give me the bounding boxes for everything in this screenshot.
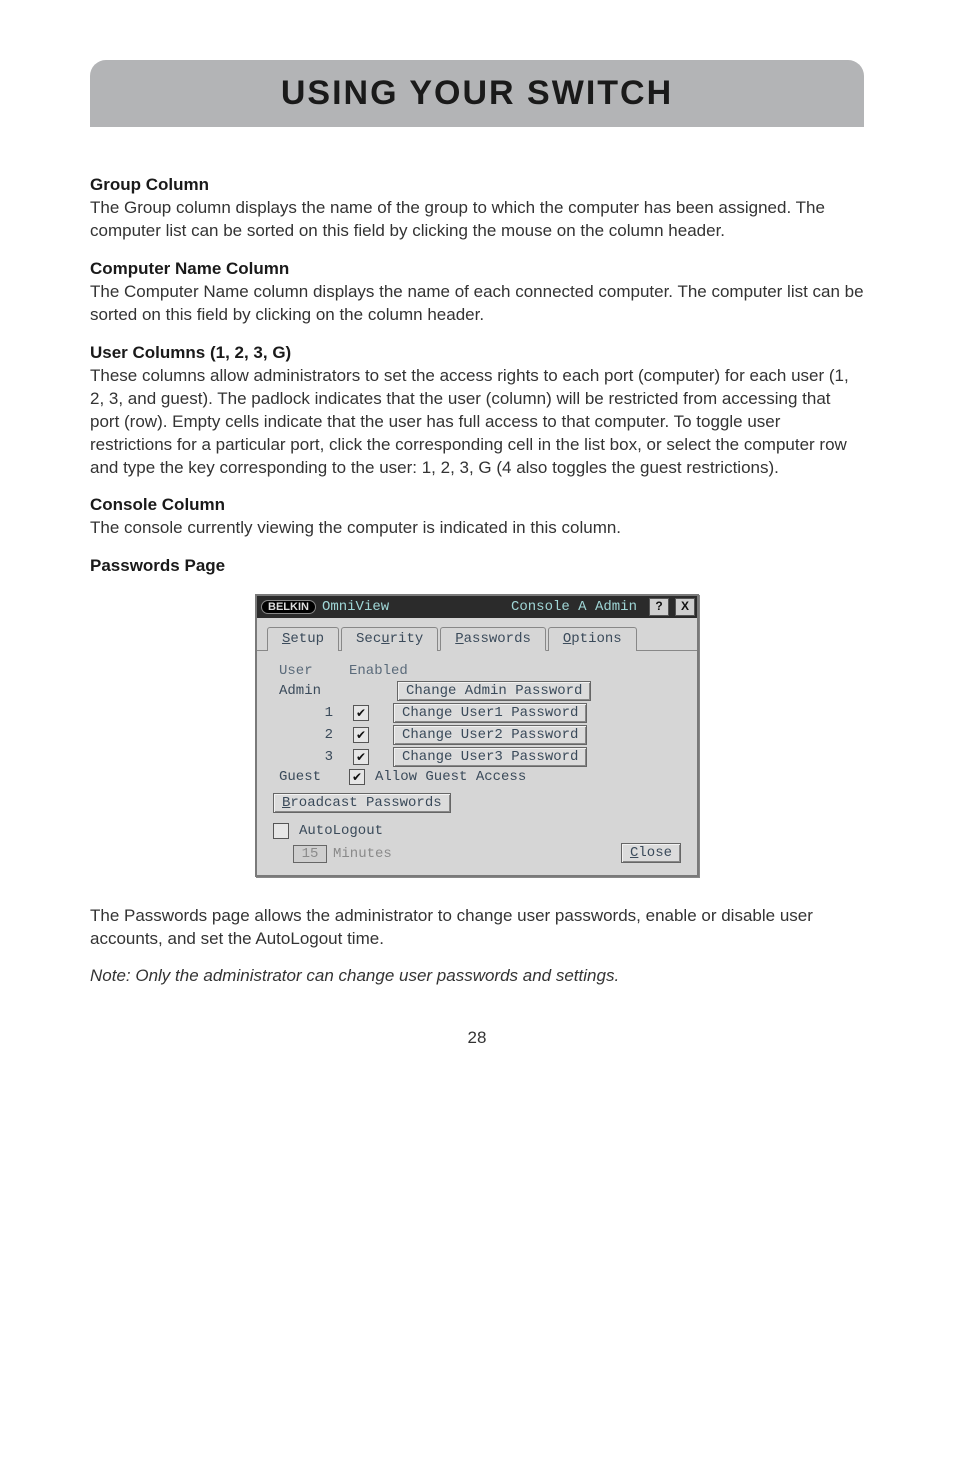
autologout-minutes-unit: Minutes [333,846,392,862]
user1-enabled-checkbox[interactable] [353,705,369,721]
heading-user-columns: User Columns (1, 2, 3, G) [90,343,864,363]
allow-guest-access-checkbox[interactable] [349,769,365,785]
dialog-tabs: Setup Security Passwords Options [257,618,697,651]
change-admin-password-button[interactable]: Change Admin Password [397,681,591,701]
autologout-minutes-input[interactable]: 15 [293,845,327,863]
console-label: Console A Admin [511,599,637,615]
belkin-logo: BELKIN [261,600,316,614]
page-number: 28 [90,1028,864,1048]
row-user2-label: 2 [273,727,343,743]
dialog-titlebar: BELKIN OmniView Console A Admin ? X [257,596,697,618]
change-user2-password-button[interactable]: Change User2 Password [393,725,587,745]
allow-guest-access-label: Allow Guest Access [375,769,526,785]
heading-computer-name-column: Computer Name Column [90,259,864,279]
text-computer-name-column: The Computer Name column displays the na… [90,281,864,327]
autologout-label: AutoLogout [299,823,383,839]
heading-console-column: Console Column [90,495,864,515]
change-user3-password-button[interactable]: Change User3 Password [393,747,587,767]
row-guest-label: Guest [273,769,339,785]
user2-enabled-checkbox[interactable] [353,727,369,743]
text-group-column: The Group column displays the name of th… [90,197,864,243]
text-passwords-description: The Passwords page allows the administra… [90,905,864,951]
autologout-checkbox[interactable] [273,823,289,839]
tab-security[interactable]: Security [341,627,438,651]
product-name: OmniView [322,599,389,615]
text-user-columns: These columns allow administrators to se… [90,365,864,480]
page-banner: USING YOUR SWITCH [90,60,864,127]
tab-passwords[interactable]: Passwords [440,627,546,651]
help-button[interactable]: ? [649,598,669,616]
header-user: User [273,663,339,679]
row-admin-label: Admin [273,683,339,699]
change-user1-password-button[interactable]: Change User1 Password [393,703,587,723]
heading-passwords-page: Passwords Page [90,556,864,576]
tab-setup[interactable]: Setup [267,627,339,651]
text-note: Note: Only the administrator can change … [90,965,864,988]
row-user1-label: 1 [273,705,343,721]
tab-options[interactable]: Options [548,627,637,651]
tab-setup-rest: etup [290,631,324,647]
row-user3-label: 3 [273,749,343,765]
header-enabled: Enabled [349,663,408,679]
passwords-dialog: BELKIN OmniView Console A Admin ? X Setu… [255,594,699,877]
close-button[interactable]: Close [621,843,681,863]
text-console-column: The console currently viewing the comput… [90,517,864,540]
close-x-button[interactable]: X [675,598,695,616]
broadcast-passwords-button[interactable]: Broadcast Passwords [273,793,451,813]
user3-enabled-checkbox[interactable] [353,749,369,765]
banner-title: USING YOUR SWITCH [90,74,864,113]
heading-group-column: Group Column [90,175,864,195]
